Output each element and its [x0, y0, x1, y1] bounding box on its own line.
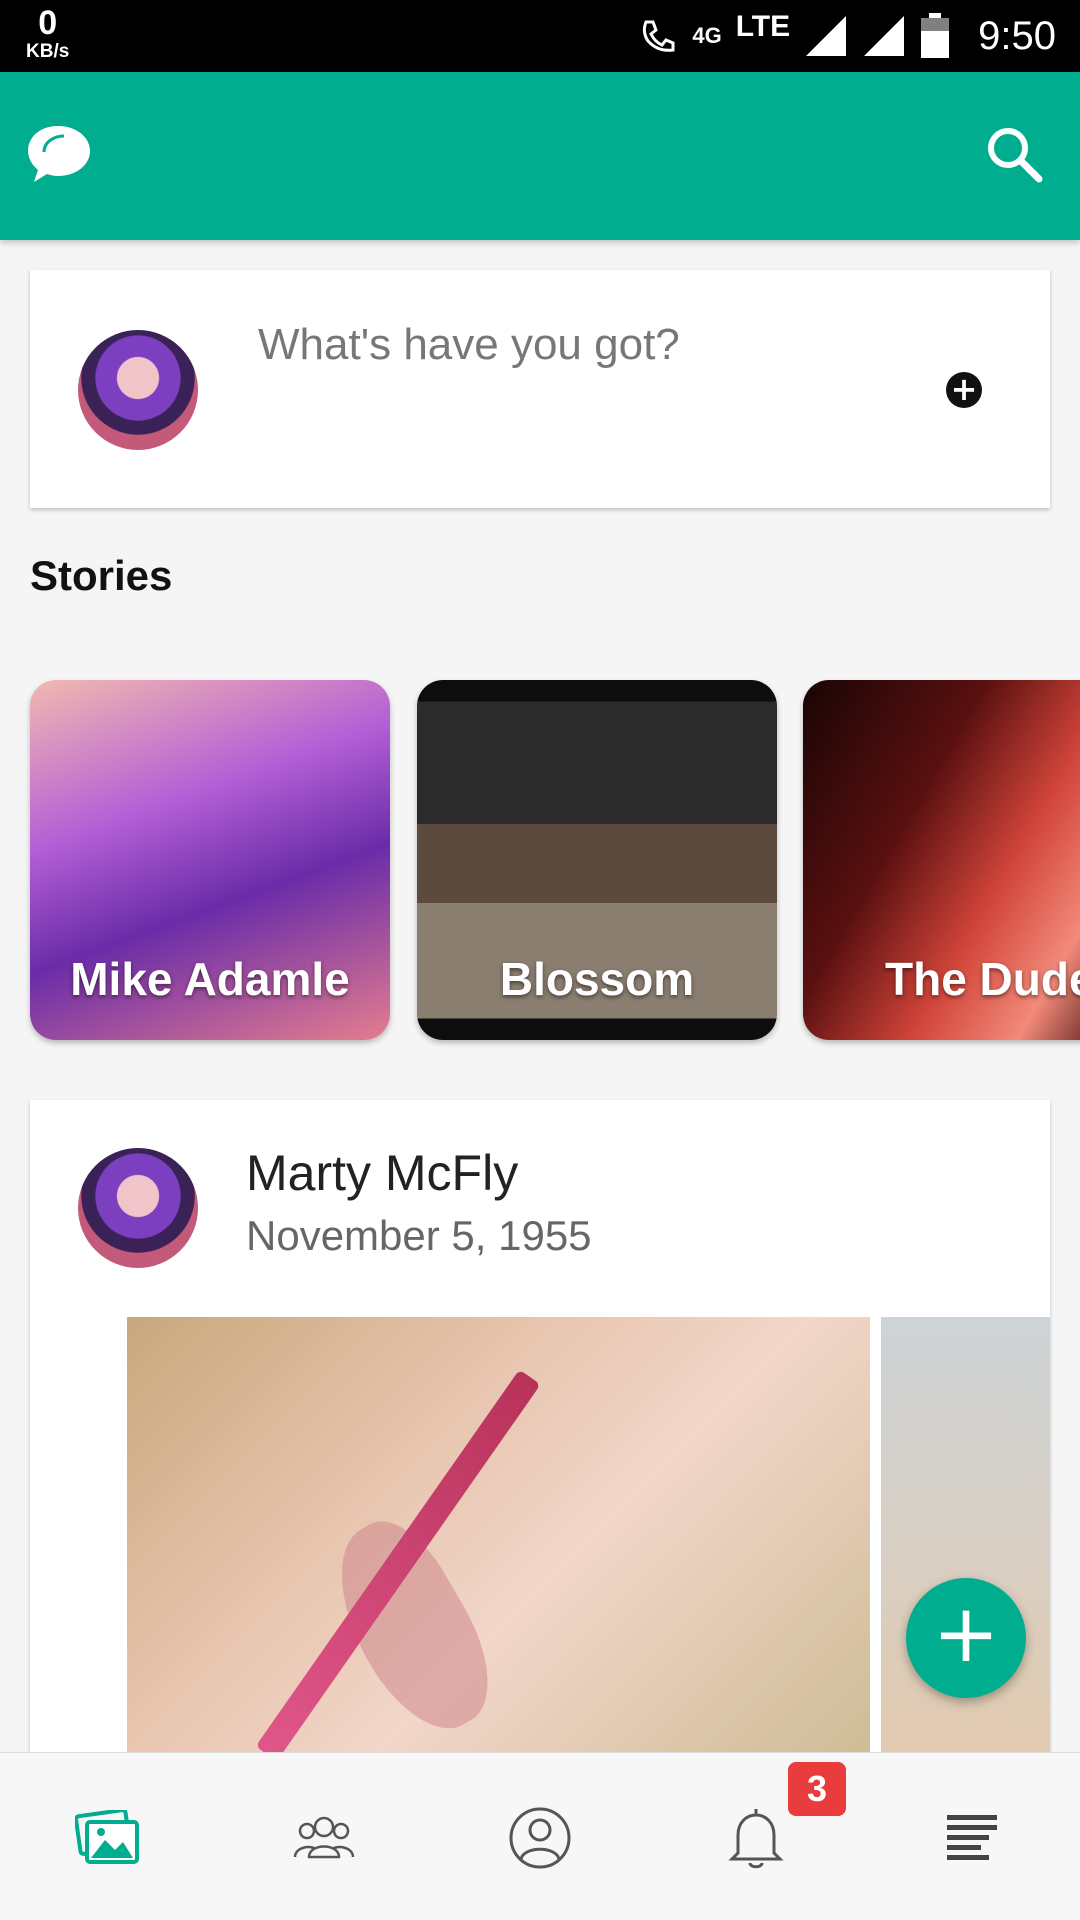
story-card[interactable]: Blossom [417, 680, 777, 1040]
story-card[interactable]: The Dude [803, 680, 1080, 1040]
status-bar: 0 KB/s 4G LTE 9:50 [0, 0, 1080, 72]
avatar[interactable] [78, 1148, 198, 1268]
post-card: Marty McFly November 5, 1955 [30, 1100, 1050, 1800]
network-speed: 0 KB/s [26, 6, 69, 61]
lte-label: LTE [735, 10, 791, 43]
story-label: Blossom [499, 953, 695, 1005]
nav-friends[interactable] [274, 1793, 374, 1883]
photo-detail [255, 1369, 541, 1762]
gallery-icon [75, 1810, 141, 1866]
plus-circle-icon[interactable]: + [946, 372, 982, 408]
avatar [78, 330, 198, 450]
post-photo[interactable] [127, 1317, 870, 1800]
app-bar [0, 72, 1080, 240]
add-fab-button[interactable]: + [906, 1578, 1026, 1698]
nav-profile[interactable] [490, 1793, 590, 1883]
menu-icon [945, 1813, 999, 1863]
battery-icon [920, 13, 950, 59]
nav-menu[interactable] [922, 1793, 1022, 1883]
call-icon [638, 16, 678, 56]
composer-placeholder[interactable]: What's have you got? [258, 320, 680, 370]
network-speed-value: 0 [38, 4, 58, 42]
nav-gallery[interactable] [58, 1793, 158, 1883]
friends-icon [291, 1813, 357, 1863]
story-card[interactable]: Mike Adamle [30, 680, 390, 1040]
profile-icon [508, 1806, 572, 1870]
story-label: Mike Adamle [70, 953, 350, 1005]
network-speed-unit: KB/s [26, 41, 70, 62]
stories-heading: Stories [30, 552, 173, 599]
story-label: The Dude [885, 953, 1080, 1005]
search-icon[interactable] [984, 124, 1044, 188]
signal-icon [804, 14, 848, 58]
post-photo[interactable] [881, 1317, 1050, 1800]
chat-bubbles-icon[interactable] [28, 122, 94, 192]
notification-badge: 3 [788, 1762, 846, 1816]
signal-icon-2 [862, 14, 906, 58]
plus-icon: + [932, 1587, 1000, 1680]
post-composer[interactable]: What's have you got? + [30, 270, 1050, 508]
bell-icon [728, 1807, 784, 1869]
bottom-nav [0, 1752, 1080, 1920]
clock: 9:50 [978, 13, 1056, 58]
network-type: 4G [692, 23, 722, 48]
post-author[interactable]: Marty McFly [246, 1144, 518, 1202]
post-date: November 5, 1955 [246, 1212, 592, 1259]
